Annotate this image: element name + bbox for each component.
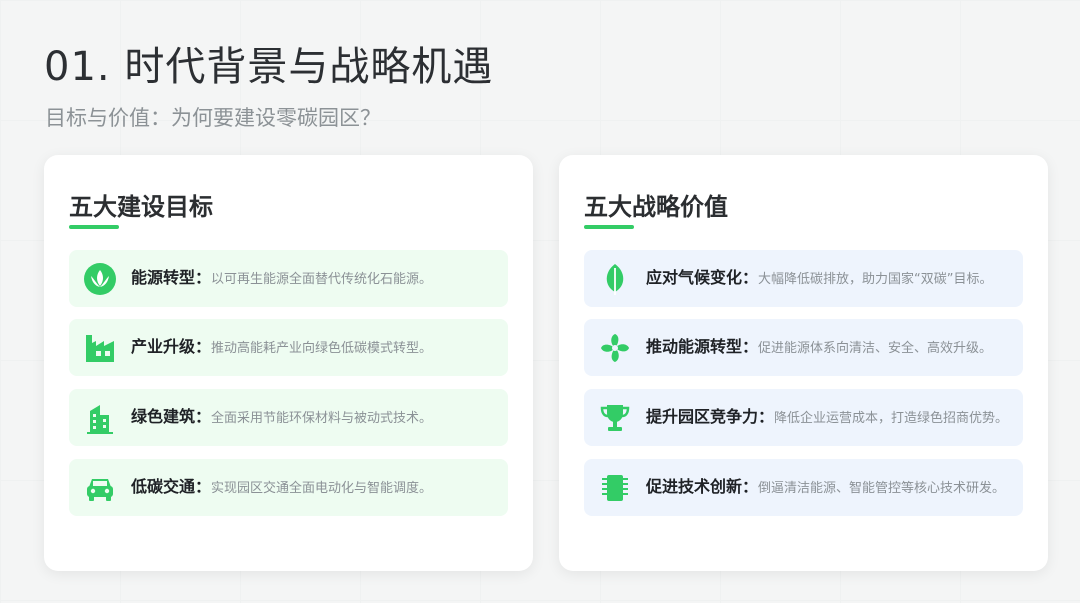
goal-item-transport: 低碳交通：实现园区交通全面电动化与智能调度。 [69, 459, 508, 516]
values-card-underline [584, 225, 634, 229]
value-item-competitiveness: 提升园区竞争力：降低企业运营成本，打造绿色招商优势。 [584, 389, 1023, 446]
page-subtitle: 目标与价值：为何要建设零碳园区？ [45, 106, 381, 130]
factory-icon [83, 331, 117, 365]
goal-key: 绿色建筑： [131, 406, 212, 426]
goal-desc: 以可再生能源全面替代传统化石能源。 [211, 271, 433, 287]
value-item-innovation: 促进技术创新：倒逼清洁能源、智能管控等核心技术研发。 [584, 459, 1023, 516]
fan-icon [598, 331, 632, 365]
value-desc: 倒逼清洁能源、智能管控等核心技术研发。 [758, 480, 1006, 496]
trophy-icon [598, 401, 632, 435]
value-desc: 促进能源体系向清洁、安全、高效升级。 [758, 340, 993, 356]
value-item-climate: 应对气候变化：大幅降低碳排放，助力国家“双碳”目标。 [584, 250, 1023, 307]
values-card: 五大战略价值 应对气候变化：大幅降低碳排放，助力国家“双碳”目标。 推动能源转型… [559, 155, 1048, 571]
value-key: 促进技术创新： [646, 476, 759, 496]
goals-card-underline [69, 225, 119, 229]
goals-card-title: 五大建设目标 [69, 193, 213, 221]
car-icon [83, 471, 117, 505]
lotus-icon [83, 262, 117, 296]
values-card-title: 五大战略价值 [584, 193, 728, 221]
page-title: 01. 时代背景与战略机遇 [44, 44, 494, 90]
building-icon [83, 401, 117, 435]
goal-desc: 推动高能耗产业向绿色低碳模式转型。 [211, 340, 433, 356]
value-key: 提升园区竞争力： [646, 406, 775, 426]
value-item-energy: 推动能源转型：促进能源体系向清洁、安全、高效升级。 [584, 319, 1023, 376]
value-desc: 降低企业运营成本，打造绿色招商优势。 [774, 410, 1009, 426]
goal-item-building: 绿色建筑：全面采用节能环保材料与被动式技术。 [69, 389, 508, 446]
goal-item-industry: 产业升级：推动高能耗产业向绿色低碳模式转型。 [69, 319, 508, 376]
value-key: 应对气候变化： [646, 267, 759, 287]
goal-key: 能源转型： [131, 267, 212, 287]
goal-desc: 全面采用节能环保材料与被动式技术。 [211, 410, 433, 426]
leaf-icon [598, 262, 632, 296]
chip-icon [598, 471, 632, 505]
goal-item-energy: 能源转型：以可再生能源全面替代传统化石能源。 [69, 250, 508, 307]
value-desc: 大幅降低碳排放，助力国家“双碳”目标。 [758, 271, 993, 287]
goal-key: 产业升级： [131, 336, 212, 356]
goals-card: 五大建设目标 能源转型：以可再生能源全面替代传统化石能源。 产业升级：推动高能耗… [44, 155, 533, 571]
goal-key: 低碳交通： [131, 476, 212, 496]
value-key: 推动能源转型： [646, 336, 759, 356]
goal-desc: 实现园区交通全面电动化与智能调度。 [211, 480, 433, 496]
